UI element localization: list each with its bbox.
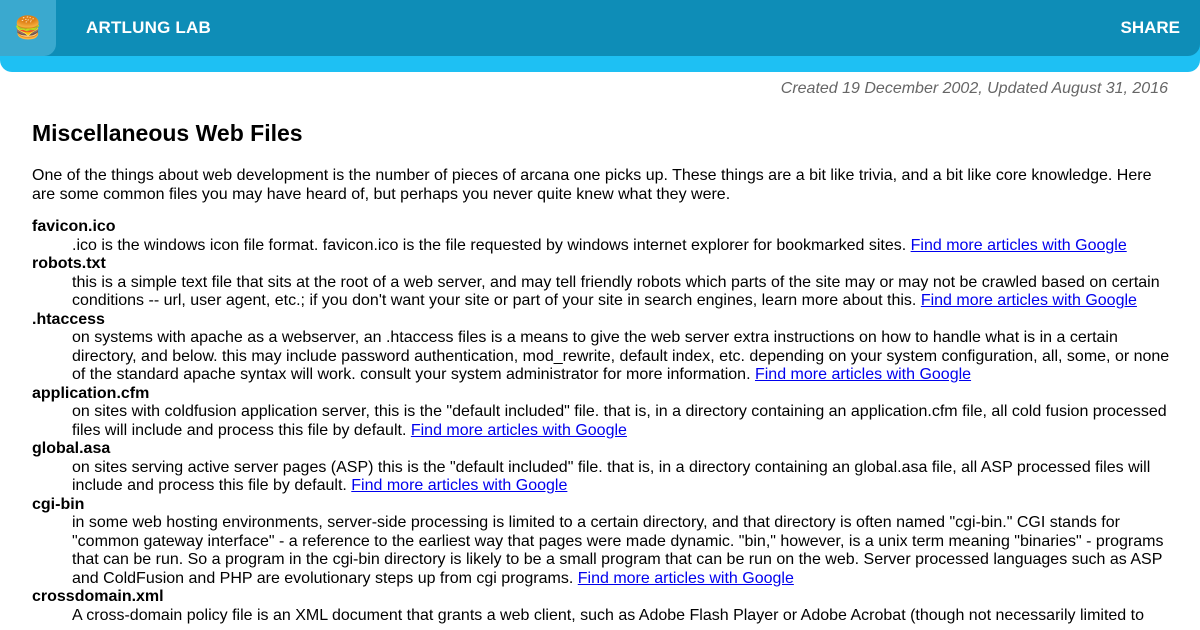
entry-term: application.cfm [32,384,150,402]
entry-description: A cross-domain policy file is an XML doc… [72,607,1172,626]
entry-term: favicon.ico [32,218,116,235]
google-search-link[interactable]: Find more articles with Google [755,366,971,383]
entry-description: in some web hosting environments, server… [72,514,1172,588]
entry-description: on systems with apache as a webserver, a… [72,329,1172,385]
page-title: Miscellaneous Web Files [32,120,303,146]
entry-text: A cross-domain policy file is an XML doc… [72,606,1144,624]
entry-text: on systems with apache as a webserver, a… [72,329,1170,383]
main-content: Miscellaneous Web Files One of the thing… [32,118,1172,625]
entry-description: on sites serving active server pages (AS… [72,459,1172,496]
google-search-link[interactable]: Find more articles with Google [351,477,567,494]
hamburger-icon: 🍔 [14,15,42,40]
google-search-link[interactable]: Find more articles with Google [578,570,794,587]
entry-term: global.asa [32,440,111,457]
entry-text: on sites serving active server pages (AS… [72,458,1151,495]
share-button[interactable]: SHARE [1120,18,1180,38]
page-dates: Created 19 December 2002, Updated August… [780,80,1168,97]
file-definition-list: favicon.ico .ico is the windows icon fil… [32,218,1172,625]
entry-description: on sites with coldfusion application ser… [72,403,1172,440]
site-title-link[interactable]: ARTLUNG LAB [86,18,211,38]
entry-description: .ico is the windows icon file format. fa… [72,237,1172,256]
logo-button[interactable]: 🍔 [0,0,56,56]
header-bar: 🍔 ARTLUNG LAB SHARE [0,0,1200,72]
intro-paragraph: One of the things about web development … [32,167,1152,203]
google-search-link[interactable]: Find more articles with Google [911,237,1127,254]
google-search-link[interactable]: Find more articles with Google [411,422,627,439]
entry-term: cgi-bin [32,495,85,513]
entry-text: .ico is the windows icon file format. fa… [72,236,907,254]
google-search-link[interactable]: Find more articles with Google [921,292,1137,309]
entry-term: .htaccess [32,310,105,328]
entry-term: robots.txt [32,255,106,272]
entry-term: crossdomain.xml [32,588,164,605]
header-main: 🍔 ARTLUNG LAB SHARE [0,0,1200,56]
entry-description: this is a simple text file that sits at … [72,274,1172,311]
